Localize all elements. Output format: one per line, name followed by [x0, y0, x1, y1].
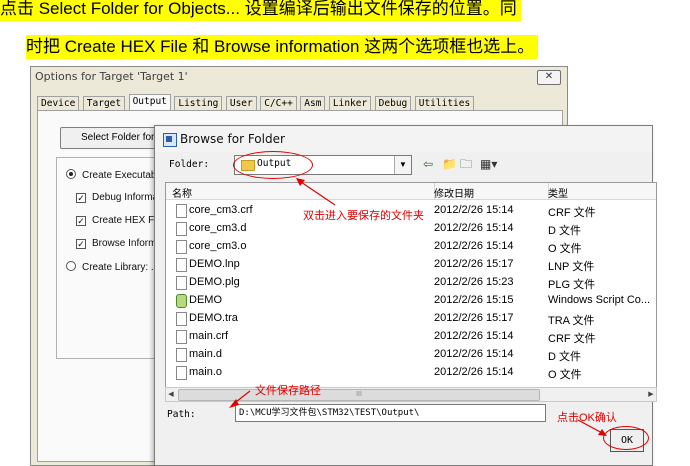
- annotation-arrows: [229, 178, 607, 436]
